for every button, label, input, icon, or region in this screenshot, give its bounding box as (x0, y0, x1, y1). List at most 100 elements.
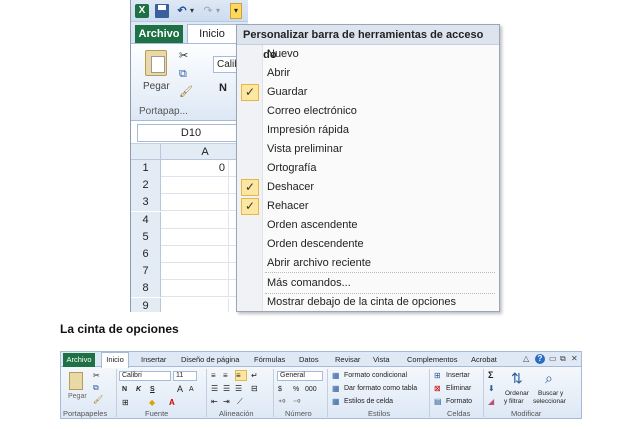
column-header-a[interactable]: A (161, 144, 248, 160)
menu-item[interactable]: Orden descendente (237, 235, 499, 254)
merge-center-icon[interactable]: ⊟ (251, 384, 258, 393)
decrease-decimal-icon[interactable]: ⁻⁰ (293, 398, 300, 407)
bold-button[interactable]: N (219, 82, 227, 94)
paste-icon[interactable] (69, 372, 83, 390)
row-header[interactable]: 4 (131, 211, 161, 229)
cell-styles-button[interactable]: Estilos de celda (344, 397, 393, 406)
minimize-icon[interactable]: ▭ (549, 354, 557, 364)
help-icon[interactable]: ? (535, 354, 545, 364)
row-header[interactable]: 1 (131, 160, 161, 177)
cell[interactable] (161, 194, 229, 212)
fill-color-icon[interactable]: ◆ (149, 398, 155, 407)
row-header[interactable]: 5 (131, 228, 161, 246)
delete-cells-button[interactable]: Eliminar (446, 384, 471, 393)
bold-button[interactable]: N (122, 385, 127, 394)
number-format-box[interactable]: General (277, 371, 323, 381)
shrink-font-button[interactable]: A (189, 385, 194, 394)
insert-cells-button[interactable]: Insertar (446, 371, 470, 380)
format-painter-icon[interactable]: 🖌 (179, 86, 193, 98)
close-icon[interactable]: ✕ (571, 354, 578, 364)
font-size-box[interactable]: 11 (173, 371, 197, 381)
cell[interactable] (161, 263, 229, 281)
row-header[interactable]: 8 (131, 280, 161, 298)
menu-item-show-below[interactable]: Mostrar debajo de la cinta de opciones (237, 293, 499, 312)
redo-icon[interactable]: ↷ (201, 4, 215, 18)
tab-formulas[interactable]: Fórmulas (254, 353, 285, 366)
currency-button[interactable]: $ (278, 385, 282, 394)
row-header[interactable]: 6 (131, 246, 161, 263)
tab-vista[interactable]: Vista (373, 353, 390, 366)
select-all-corner[interactable] (131, 144, 161, 160)
row-header[interactable]: 2 (131, 177, 161, 195)
align-top-icon[interactable]: ≡ (211, 371, 216, 380)
redo-dropdown-arrow-icon[interactable]: ▾ (214, 4, 222, 18)
percent-button[interactable]: % (293, 385, 299, 394)
restore-icon[interactable]: ⧉ (560, 354, 566, 364)
cell-styles-icon[interactable]: ▦ (332, 397, 340, 406)
menu-item[interactable]: Correo electrónico (237, 102, 499, 121)
align-right-icon[interactable]: ☰ (235, 384, 242, 393)
align-left-icon[interactable]: ☰ (211, 384, 218, 393)
thousands-button[interactable]: 000 (305, 385, 317, 394)
borders-icon[interactable]: ⊞ (122, 398, 129, 407)
orientation-icon[interactable]: ⟋ (237, 397, 243, 406)
tab-insertar[interactable]: Insertar (141, 353, 166, 366)
menu-item[interactable]: Impresión rápida (237, 121, 499, 140)
tab-diseno-pagina[interactable]: Diseño de página (181, 353, 239, 366)
save-icon[interactable] (155, 4, 169, 18)
tab-datos[interactable]: Datos (299, 353, 319, 366)
menu-item-more-commands[interactable]: Más comandos... (237, 274, 499, 293)
menu-item[interactable]: Vista preliminar (237, 140, 499, 159)
row-header[interactable]: 9 (131, 297, 161, 312)
align-bottom-icon[interactable]: ≡ (235, 370, 247, 381)
copy-icon[interactable]: ⧉ (93, 383, 99, 392)
paste-icon[interactable] (145, 50, 167, 76)
insert-cells-icon[interactable]: ⊞ (434, 371, 441, 380)
find-select-label-2[interactable]: seleccionar (533, 397, 566, 406)
paste-label[interactable]: Pegar (143, 81, 170, 92)
format-cells-button[interactable]: Formato (446, 397, 472, 406)
sort-filter-icon[interactable]: ⇅ (511, 371, 523, 385)
tab-complementos[interactable]: Complementos (407, 353, 457, 366)
cell[interactable] (161, 228, 229, 246)
align-center-icon[interactable]: ☰ (223, 384, 230, 393)
format-as-table-button[interactable]: Dar formato como tabla (344, 384, 417, 393)
cell[interactable] (161, 246, 229, 263)
undo-dropdown-arrow-icon[interactable]: ▾ (188, 4, 196, 18)
menu-item[interactable]: Abrir archivo reciente (237, 254, 499, 273)
menu-item[interactable]: Nuevo (237, 45, 499, 64)
menu-item[interactable]: ✓ Deshacer (237, 178, 499, 197)
name-box[interactable]: D10 (137, 124, 245, 142)
menu-item[interactable]: Abrir (237, 64, 499, 83)
menu-item[interactable]: Ortografía (237, 159, 499, 178)
customize-qat-button[interactable]: ▾ (230, 3, 242, 19)
menu-item[interactable]: Orden ascendente (237, 216, 499, 235)
menu-item[interactable]: ✓ Rehacer (237, 197, 499, 216)
tab-revisar[interactable]: Revisar (335, 353, 360, 366)
binoculars-icon[interactable]: ⌕ (545, 371, 553, 385)
row-header[interactable]: 3 (131, 194, 161, 212)
font-name-box[interactable]: Calibri (119, 371, 171, 381)
undo-icon[interactable]: ↶ (175, 4, 189, 18)
sort-filter-label-2[interactable]: y filtrar (504, 397, 524, 406)
tab-archivo[interactable]: Archivo (63, 353, 95, 367)
underline-button[interactable]: S (150, 385, 155, 394)
increase-indent-icon[interactable]: ⇥ (223, 397, 230, 406)
cell[interactable] (161, 211, 229, 229)
menu-item[interactable]: ✓ Guardar (237, 83, 499, 102)
tab-acrobat[interactable]: Acrobat (471, 353, 497, 366)
row-header[interactable]: 7 (131, 263, 161, 281)
copy-icon[interactable]: ⧉ (179, 68, 187, 80)
tab-inicio[interactable]: Inicio (187, 24, 237, 45)
increase-decimal-icon[interactable]: ⁺⁰ (278, 398, 285, 407)
cut-icon[interactable]: ✂ (179, 50, 188, 62)
format-cells-icon[interactable]: ▤ (434, 397, 442, 406)
align-middle-icon[interactable]: ≡ (223, 371, 228, 380)
grow-font-button[interactable]: A (177, 385, 183, 394)
conditional-format-button[interactable]: Formato condicional (344, 371, 407, 380)
clear-icon[interactable]: ◢ (488, 397, 494, 406)
delete-cells-icon[interactable]: ⊠ (434, 384, 441, 393)
cell[interactable] (161, 177, 229, 195)
decrease-indent-icon[interactable]: ⇤ (211, 397, 218, 406)
autosum-button[interactable]: Σ (488, 371, 493, 380)
